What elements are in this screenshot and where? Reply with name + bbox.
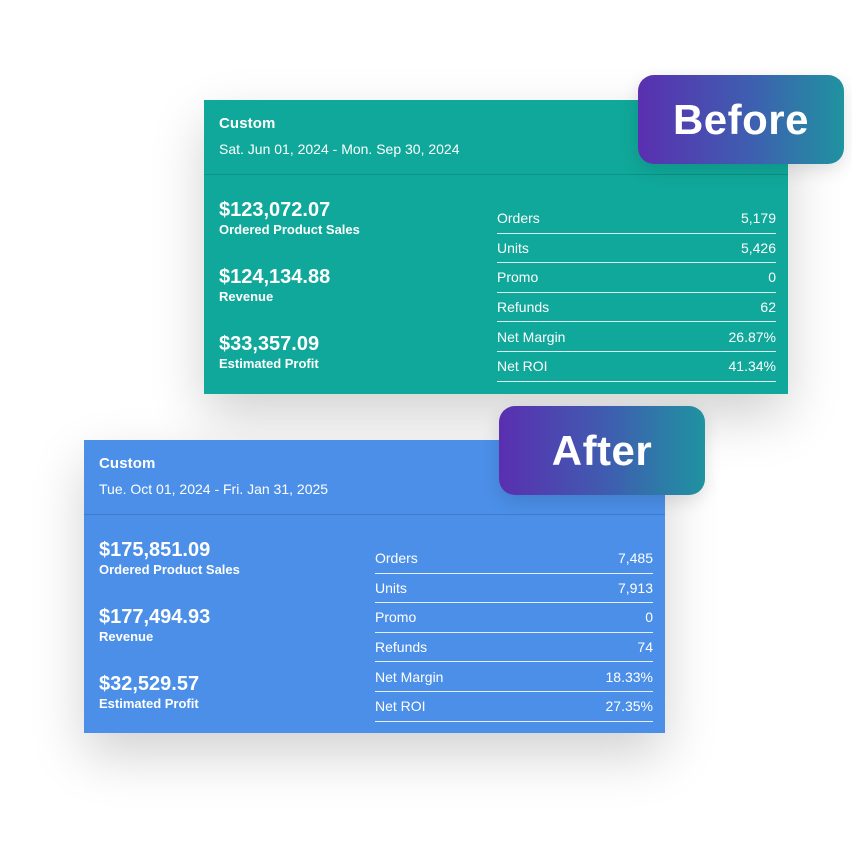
metric-revenue: $177,494.93 Revenue (99, 605, 240, 672)
period-title: Custom (219, 115, 276, 132)
card-header: Custom Tue. Oct 01, 2024 - Fri. Jan 31, … (99, 455, 328, 497)
header-divider (84, 514, 665, 515)
stat-row-net-roi: Net ROI 27.35% (375, 692, 653, 722)
comparison-canvas: Custom Sat. Jun 01, 2024 - Mon. Sep 30, … (0, 0, 852, 861)
stat-label: Refunds (375, 639, 428, 656)
date-range: Sat. Jun 01, 2024 - Mon. Sep 30, 2024 (219, 141, 460, 157)
key-metrics: $123,072.07 Ordered Product Sales $124,1… (219, 198, 360, 399)
stats-table: Orders 7,485 Units 7,913 Promo 0 Refunds… (375, 544, 653, 722)
stat-row-orders: Orders 7,485 (375, 544, 653, 574)
stat-row-units: Units 7,913 (375, 574, 653, 604)
stat-value: 5,426 (740, 239, 776, 256)
stat-row-promo: Promo 0 (375, 603, 653, 633)
metric-label: Revenue (219, 289, 274, 304)
before-badge: Before (638, 75, 844, 164)
stat-label: Net ROI (497, 358, 548, 375)
stat-label: Net ROI (375, 698, 426, 715)
metric-value: $175,851.09 (99, 539, 211, 561)
metric-label: Ordered Product Sales (219, 222, 360, 237)
stats-table: Orders 5,179 Units 5,426 Promo 0 Refunds… (497, 204, 776, 382)
stat-value: 7,913 (617, 579, 653, 596)
stat-label: Net Margin (375, 668, 444, 685)
stat-row-net-roi: Net ROI 41.34% (497, 352, 776, 382)
stat-value: 0 (768, 269, 776, 286)
metric-label: Revenue (99, 629, 154, 644)
metric-ordered-product-sales: $123,072.07 Ordered Product Sales (219, 198, 360, 265)
stat-value: 62 (760, 299, 776, 316)
metric-value: $33,357.09 (219, 333, 320, 355)
metric-value: $124,134.88 (219, 266, 331, 288)
stat-value: 18.33% (605, 668, 653, 685)
stat-row-net-margin: Net Margin 18.33% (375, 662, 653, 692)
metric-value: $177,494.93 (99, 606, 211, 628)
metric-label: Estimated Profit (99, 696, 199, 711)
stat-row-net-margin: Net Margin 26.87% (497, 322, 776, 352)
stat-value: 5,179 (740, 210, 776, 227)
date-range: Tue. Oct 01, 2024 - Fri. Jan 31, 2025 (99, 481, 329, 497)
stat-row-orders: Orders 5,179 (497, 204, 776, 234)
after-badge: After (499, 406, 705, 495)
stat-label: Refunds (497, 299, 550, 316)
metric-label: Estimated Profit (219, 356, 319, 371)
stat-value: 7,485 (617, 550, 653, 567)
header-divider (204, 174, 788, 175)
stat-label: Promo (375, 609, 417, 626)
stat-label: Orders (375, 550, 418, 567)
metric-estimated-profit: $32,529.57 Estimated Profit (99, 672, 240, 739)
stat-value: 26.87% (728, 328, 776, 345)
metric-revenue: $124,134.88 Revenue (219, 265, 360, 332)
key-metrics: $175,851.09 Ordered Product Sales $177,4… (99, 538, 240, 739)
period-title: Custom (99, 455, 156, 472)
stat-label: Net Margin (497, 328, 566, 345)
stat-value: 74 (637, 639, 653, 656)
stat-row-promo: Promo 0 (497, 263, 776, 293)
metric-label: Ordered Product Sales (99, 562, 240, 577)
stat-value: 41.34% (728, 358, 776, 375)
stat-label: Promo (497, 269, 539, 286)
stat-value: 0 (645, 609, 653, 626)
metric-ordered-product-sales: $175,851.09 Ordered Product Sales (99, 538, 240, 605)
metric-value: $32,529.57 (99, 673, 200, 695)
stat-label: Units (375, 579, 407, 596)
metric-estimated-profit: $33,357.09 Estimated Profit (219, 332, 360, 399)
metric-value: $123,072.07 (219, 199, 331, 221)
stat-label: Orders (497, 210, 540, 227)
stat-row-units: Units 5,426 (497, 234, 776, 264)
stat-value: 27.35% (605, 698, 653, 715)
stat-label: Units (497, 239, 529, 256)
stat-row-refunds: Refunds 62 (497, 293, 776, 323)
stat-row-refunds: Refunds 74 (375, 633, 653, 663)
card-header: Custom Sat. Jun 01, 2024 - Mon. Sep 30, … (219, 115, 460, 157)
